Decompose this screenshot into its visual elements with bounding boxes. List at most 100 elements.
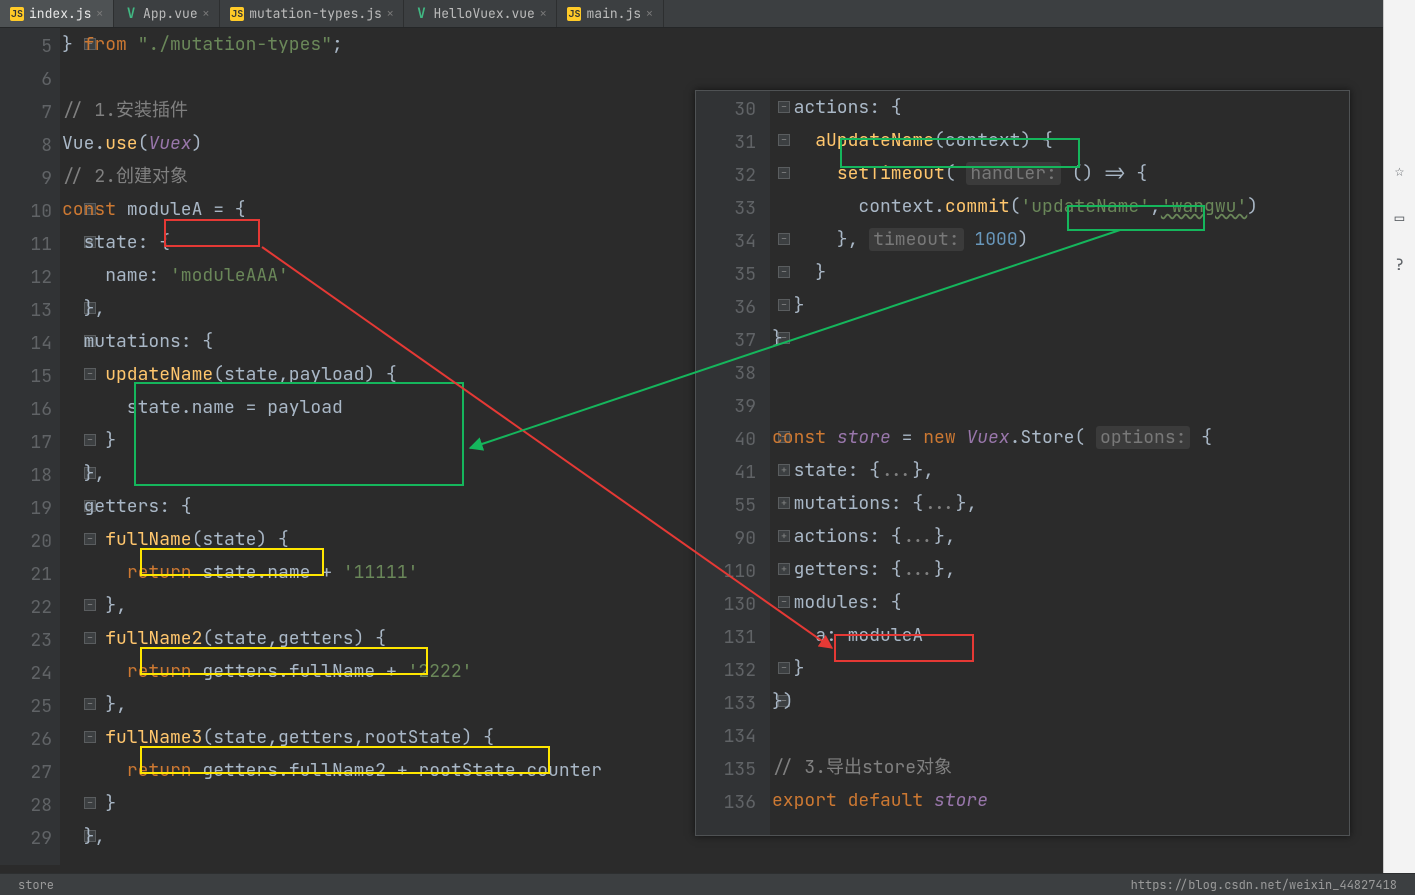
line-number: 135 bbox=[696, 753, 770, 786]
tab-mutation-types-js[interactable]: JSmutation-types.js✕ bbox=[220, 0, 404, 27]
close-icon[interactable]: ✕ bbox=[387, 7, 394, 21]
token bbox=[62, 759, 127, 782]
token: state.name + bbox=[202, 561, 342, 584]
token: } bbox=[62, 33, 84, 56]
code-line[interactable]: const store = new Vuex.Store( options: { bbox=[772, 421, 1345, 454]
token: 'wangwu' bbox=[1161, 195, 1247, 218]
help-icon[interactable]: ? bbox=[1395, 254, 1405, 275]
token: 'moduleAAA' bbox=[170, 264, 289, 287]
line-number: 132 bbox=[696, 654, 770, 687]
code-line[interactable]: } bbox=[772, 322, 1345, 355]
token: options: bbox=[1096, 426, 1190, 449]
close-icon[interactable]: ✕ bbox=[96, 7, 103, 21]
token: } bbox=[772, 261, 826, 284]
line-number: 19 bbox=[0, 492, 60, 525]
code-line[interactable]: }) bbox=[772, 685, 1345, 718]
token: a: moduleA bbox=[772, 624, 923, 647]
line-number: 90 bbox=[696, 522, 770, 555]
code-line[interactable]: getters: {...}, bbox=[772, 553, 1345, 586]
token bbox=[62, 660, 127, 683]
tab-app-vue[interactable]: VApp.vue✕ bbox=[114, 0, 220, 27]
token: actions: { bbox=[772, 525, 902, 548]
token: (state,payload) { bbox=[213, 363, 397, 386]
line-number: 110 bbox=[696, 555, 770, 588]
line-number: 13 bbox=[0, 294, 60, 327]
code-line[interactable]: actions: { bbox=[772, 91, 1345, 124]
token: ) bbox=[1018, 228, 1029, 251]
close-icon[interactable]: ✕ bbox=[540, 7, 547, 21]
line-number: 21 bbox=[0, 558, 60, 591]
line-number: 23 bbox=[0, 624, 60, 657]
code-line[interactable]: // 3.导出store对象 bbox=[772, 751, 1345, 784]
token: ) bbox=[1247, 195, 1258, 218]
token: // 1.安装插件 bbox=[62, 99, 188, 122]
token: ... bbox=[923, 492, 955, 515]
code-line[interactable]: context.commit('updateName','wangwu') bbox=[772, 190, 1345, 223]
code-line[interactable]: setTimeout( handler: () => { bbox=[772, 157, 1345, 190]
code-line[interactable] bbox=[772, 718, 1345, 751]
tab-index-js[interactable]: JSindex.js✕ bbox=[0, 0, 114, 27]
line-number: 9 bbox=[0, 162, 60, 195]
tab-main-js[interactable]: JSmain.js✕ bbox=[557, 0, 663, 27]
token: 'updateName' bbox=[1020, 195, 1150, 218]
vue-file-icon: V bbox=[124, 7, 138, 21]
token: ... bbox=[902, 525, 934, 548]
token: }, bbox=[62, 825, 105, 848]
token: = bbox=[891, 426, 923, 449]
code-line[interactable]: aUpdateName(context) { bbox=[772, 124, 1345, 157]
code-line[interactable] bbox=[772, 388, 1345, 421]
bookmark-icon[interactable]: ▭ bbox=[1395, 207, 1405, 228]
code-line[interactable]: a: moduleA bbox=[772, 619, 1345, 652]
code-line[interactable]: } bbox=[772, 256, 1345, 289]
token bbox=[62, 726, 105, 749]
token: store bbox=[837, 426, 891, 449]
editor-peek-panel[interactable]: 3031323334353637383940415590110130131132… bbox=[695, 90, 1350, 836]
tab-hellovuex-vue[interactable]: VHelloVuex.vue✕ bbox=[404, 0, 557, 27]
line-number: 41 bbox=[696, 456, 770, 489]
token: } bbox=[772, 657, 804, 680]
code-line[interactable]: } bbox=[772, 652, 1345, 685]
code-line[interactable]: mutations: {...}, bbox=[772, 487, 1345, 520]
token: ; bbox=[332, 33, 343, 56]
js-file-icon: JS bbox=[10, 7, 24, 21]
close-icon[interactable]: ✕ bbox=[203, 7, 210, 21]
code-line[interactable]: actions: {...}, bbox=[772, 520, 1345, 553]
token: export default bbox=[772, 789, 934, 812]
line-number: 29 bbox=[0, 822, 60, 855]
token bbox=[62, 363, 105, 386]
line-number: 30 bbox=[696, 93, 770, 126]
line-number: 36 bbox=[696, 291, 770, 324]
code-line[interactable]: state: {...}, bbox=[772, 454, 1345, 487]
code-line[interactable]: export default store bbox=[772, 784, 1345, 817]
line-number: 15 bbox=[0, 360, 60, 393]
token: setTimeout bbox=[837, 162, 945, 185]
code-line[interactable]: }, timeout: 1000) bbox=[772, 223, 1345, 256]
token: '11111' bbox=[343, 561, 419, 584]
token: }, bbox=[62, 693, 127, 716]
token: state: { bbox=[772, 459, 880, 482]
token: '2222' bbox=[408, 660, 473, 683]
token: .Store( bbox=[1010, 426, 1096, 449]
token: ( bbox=[1010, 195, 1021, 218]
token bbox=[62, 561, 127, 584]
code-line[interactable]: modules: { bbox=[772, 586, 1345, 619]
star-icon[interactable]: ☆ bbox=[1395, 160, 1405, 181]
token: getters: { bbox=[772, 558, 902, 581]
token: "./mutation-types" bbox=[138, 33, 332, 56]
line-number: 24 bbox=[0, 657, 60, 690]
js-file-icon: JS bbox=[230, 7, 244, 21]
close-icon[interactable]: ✕ bbox=[646, 7, 653, 21]
token: Vuex bbox=[966, 426, 1009, 449]
line-number: 18 bbox=[0, 459, 60, 492]
code-area-right[interactable]: actions: { aUpdateName(context) { setTim… bbox=[772, 91, 1345, 835]
code-line[interactable]: } from "./mutation-types"; bbox=[62, 28, 1395, 61]
code-line[interactable] bbox=[772, 355, 1345, 388]
code-line[interactable]: } bbox=[772, 289, 1345, 322]
line-number: 37 bbox=[696, 324, 770, 357]
token: updateName bbox=[105, 363, 213, 386]
status-bar: store https://blog.csdn.net/weixin_44827… bbox=[0, 873, 1415, 895]
token: mutations: { bbox=[62, 330, 213, 353]
token: Vue. bbox=[62, 132, 105, 155]
line-number: 8 bbox=[0, 129, 60, 162]
token: ... bbox=[880, 459, 912, 482]
